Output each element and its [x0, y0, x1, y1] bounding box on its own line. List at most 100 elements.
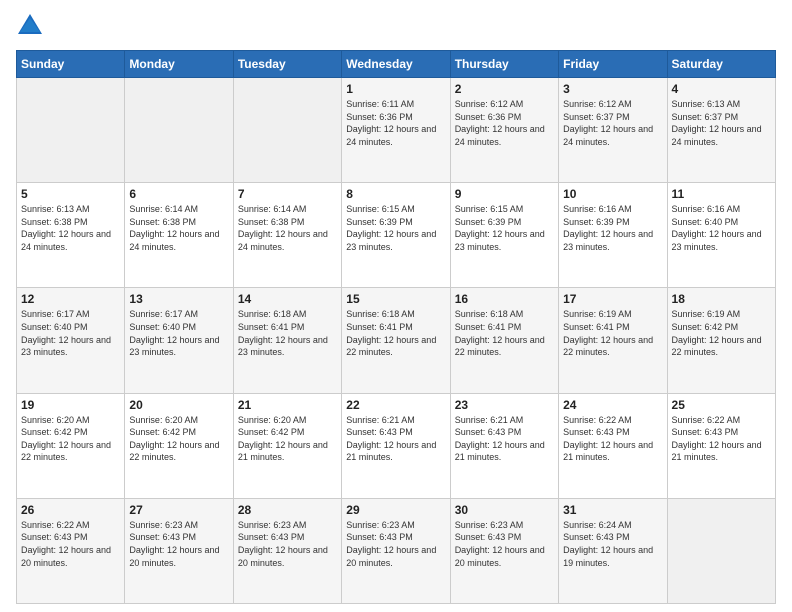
day-of-week-header: Sunday: [17, 51, 125, 78]
day-info: Sunrise: 6:19 AMSunset: 6:42 PMDaylight:…: [672, 309, 762, 357]
calendar-day-cell: 16 Sunrise: 6:18 AMSunset: 6:41 PMDaylig…: [450, 288, 558, 393]
calendar-day-cell: 5 Sunrise: 6:13 AMSunset: 6:38 PMDayligh…: [17, 183, 125, 288]
day-info: Sunrise: 6:14 AMSunset: 6:38 PMDaylight:…: [238, 204, 328, 252]
calendar-day-cell: 31 Sunrise: 6:24 AMSunset: 6:43 PMDaylig…: [559, 498, 667, 603]
day-number: 5: [21, 187, 120, 201]
calendar-day-cell: 21 Sunrise: 6:20 AMSunset: 6:42 PMDaylig…: [233, 393, 341, 498]
calendar-day-cell: 12 Sunrise: 6:17 AMSunset: 6:40 PMDaylig…: [17, 288, 125, 393]
calendar-day-cell: 2 Sunrise: 6:12 AMSunset: 6:36 PMDayligh…: [450, 78, 558, 183]
day-number: 7: [238, 187, 337, 201]
day-info: Sunrise: 6:13 AMSunset: 6:37 PMDaylight:…: [672, 99, 762, 147]
day-info: Sunrise: 6:23 AMSunset: 6:43 PMDaylight:…: [238, 520, 328, 568]
day-info: Sunrise: 6:19 AMSunset: 6:41 PMDaylight:…: [563, 309, 653, 357]
calendar-week-row: 5 Sunrise: 6:13 AMSunset: 6:38 PMDayligh…: [17, 183, 776, 288]
day-number: 23: [455, 398, 554, 412]
day-info: Sunrise: 6:18 AMSunset: 6:41 PMDaylight:…: [455, 309, 545, 357]
day-number: 6: [129, 187, 228, 201]
day-info: Sunrise: 6:23 AMSunset: 6:43 PMDaylight:…: [346, 520, 436, 568]
day-info: Sunrise: 6:20 AMSunset: 6:42 PMDaylight:…: [238, 415, 328, 463]
calendar-day-cell: 4 Sunrise: 6:13 AMSunset: 6:37 PMDayligh…: [667, 78, 775, 183]
calendar-day-cell: 11 Sunrise: 6:16 AMSunset: 6:40 PMDaylig…: [667, 183, 775, 288]
day-info: Sunrise: 6:12 AMSunset: 6:37 PMDaylight:…: [563, 99, 653, 147]
page-container: SundayMondayTuesdayWednesdayThursdayFrid…: [0, 0, 792, 612]
day-info: Sunrise: 6:22 AMSunset: 6:43 PMDaylight:…: [563, 415, 653, 463]
day-number: 10: [563, 187, 662, 201]
day-info: Sunrise: 6:23 AMSunset: 6:43 PMDaylight:…: [455, 520, 545, 568]
calendar-day-cell: 3 Sunrise: 6:12 AMSunset: 6:37 PMDayligh…: [559, 78, 667, 183]
calendar-day-cell: 30 Sunrise: 6:23 AMSunset: 6:43 PMDaylig…: [450, 498, 558, 603]
calendar-day-cell: 8 Sunrise: 6:15 AMSunset: 6:39 PMDayligh…: [342, 183, 450, 288]
day-info: Sunrise: 6:24 AMSunset: 6:43 PMDaylight:…: [563, 520, 653, 568]
day-info: Sunrise: 6:17 AMSunset: 6:40 PMDaylight:…: [129, 309, 219, 357]
day-number: 19: [21, 398, 120, 412]
day-info: Sunrise: 6:16 AMSunset: 6:39 PMDaylight:…: [563, 204, 653, 252]
day-number: 8: [346, 187, 445, 201]
calendar-day-cell: [125, 78, 233, 183]
day-number: 16: [455, 292, 554, 306]
day-number: 17: [563, 292, 662, 306]
day-number: 24: [563, 398, 662, 412]
day-info: Sunrise: 6:11 AMSunset: 6:36 PMDaylight:…: [346, 99, 436, 147]
day-number: 29: [346, 503, 445, 517]
day-info: Sunrise: 6:15 AMSunset: 6:39 PMDaylight:…: [346, 204, 436, 252]
day-info: Sunrise: 6:17 AMSunset: 6:40 PMDaylight:…: [21, 309, 111, 357]
day-info: Sunrise: 6:15 AMSunset: 6:39 PMDaylight:…: [455, 204, 545, 252]
calendar-day-cell: 1 Sunrise: 6:11 AMSunset: 6:36 PMDayligh…: [342, 78, 450, 183]
logo: [16, 12, 48, 40]
day-info: Sunrise: 6:16 AMSunset: 6:40 PMDaylight:…: [672, 204, 762, 252]
calendar-day-cell: 27 Sunrise: 6:23 AMSunset: 6:43 PMDaylig…: [125, 498, 233, 603]
day-of-week-header: Tuesday: [233, 51, 341, 78]
calendar-day-cell: 15 Sunrise: 6:18 AMSunset: 6:41 PMDaylig…: [342, 288, 450, 393]
page-header: [16, 12, 776, 40]
calendar-week-row: 12 Sunrise: 6:17 AMSunset: 6:40 PMDaylig…: [17, 288, 776, 393]
day-of-week-header: Thursday: [450, 51, 558, 78]
calendar-day-cell: 14 Sunrise: 6:18 AMSunset: 6:41 PMDaylig…: [233, 288, 341, 393]
calendar-day-cell: 10 Sunrise: 6:16 AMSunset: 6:39 PMDaylig…: [559, 183, 667, 288]
day-number: 28: [238, 503, 337, 517]
day-of-week-header: Wednesday: [342, 51, 450, 78]
calendar-day-cell: [667, 498, 775, 603]
day-number: 31: [563, 503, 662, 517]
day-info: Sunrise: 6:12 AMSunset: 6:36 PMDaylight:…: [455, 99, 545, 147]
day-of-week-header: Friday: [559, 51, 667, 78]
day-of-week-header: Monday: [125, 51, 233, 78]
calendar-day-cell: 24 Sunrise: 6:22 AMSunset: 6:43 PMDaylig…: [559, 393, 667, 498]
calendar-header-row: SundayMondayTuesdayWednesdayThursdayFrid…: [17, 51, 776, 78]
calendar-day-cell: 26 Sunrise: 6:22 AMSunset: 6:43 PMDaylig…: [17, 498, 125, 603]
day-info: Sunrise: 6:18 AMSunset: 6:41 PMDaylight:…: [346, 309, 436, 357]
day-number: 27: [129, 503, 228, 517]
calendar-week-row: 19 Sunrise: 6:20 AMSunset: 6:42 PMDaylig…: [17, 393, 776, 498]
day-info: Sunrise: 6:14 AMSunset: 6:38 PMDaylight:…: [129, 204, 219, 252]
day-number: 2: [455, 82, 554, 96]
calendar-week-row: 26 Sunrise: 6:22 AMSunset: 6:43 PMDaylig…: [17, 498, 776, 603]
day-number: 22: [346, 398, 445, 412]
day-info: Sunrise: 6:21 AMSunset: 6:43 PMDaylight:…: [346, 415, 436, 463]
day-number: 4: [672, 82, 771, 96]
logo-icon: [16, 12, 44, 40]
calendar-day-cell: [233, 78, 341, 183]
calendar-day-cell: 13 Sunrise: 6:17 AMSunset: 6:40 PMDaylig…: [125, 288, 233, 393]
calendar-day-cell: [17, 78, 125, 183]
day-number: 26: [21, 503, 120, 517]
calendar-week-row: 1 Sunrise: 6:11 AMSunset: 6:36 PMDayligh…: [17, 78, 776, 183]
day-number: 20: [129, 398, 228, 412]
day-number: 12: [21, 292, 120, 306]
calendar-day-cell: 17 Sunrise: 6:19 AMSunset: 6:41 PMDaylig…: [559, 288, 667, 393]
calendar-day-cell: 23 Sunrise: 6:21 AMSunset: 6:43 PMDaylig…: [450, 393, 558, 498]
calendar-table: SundayMondayTuesdayWednesdayThursdayFrid…: [16, 50, 776, 604]
day-info: Sunrise: 6:23 AMSunset: 6:43 PMDaylight:…: [129, 520, 219, 568]
day-number: 11: [672, 187, 771, 201]
calendar-day-cell: 9 Sunrise: 6:15 AMSunset: 6:39 PMDayligh…: [450, 183, 558, 288]
day-info: Sunrise: 6:22 AMSunset: 6:43 PMDaylight:…: [672, 415, 762, 463]
day-number: 1: [346, 82, 445, 96]
day-number: 14: [238, 292, 337, 306]
day-number: 13: [129, 292, 228, 306]
calendar-day-cell: 7 Sunrise: 6:14 AMSunset: 6:38 PMDayligh…: [233, 183, 341, 288]
calendar-day-cell: 18 Sunrise: 6:19 AMSunset: 6:42 PMDaylig…: [667, 288, 775, 393]
calendar-day-cell: 19 Sunrise: 6:20 AMSunset: 6:42 PMDaylig…: [17, 393, 125, 498]
day-info: Sunrise: 6:18 AMSunset: 6:41 PMDaylight:…: [238, 309, 328, 357]
day-info: Sunrise: 6:20 AMSunset: 6:42 PMDaylight:…: [129, 415, 219, 463]
day-info: Sunrise: 6:20 AMSunset: 6:42 PMDaylight:…: [21, 415, 111, 463]
calendar-day-cell: 29 Sunrise: 6:23 AMSunset: 6:43 PMDaylig…: [342, 498, 450, 603]
calendar-day-cell: 22 Sunrise: 6:21 AMSunset: 6:43 PMDaylig…: [342, 393, 450, 498]
